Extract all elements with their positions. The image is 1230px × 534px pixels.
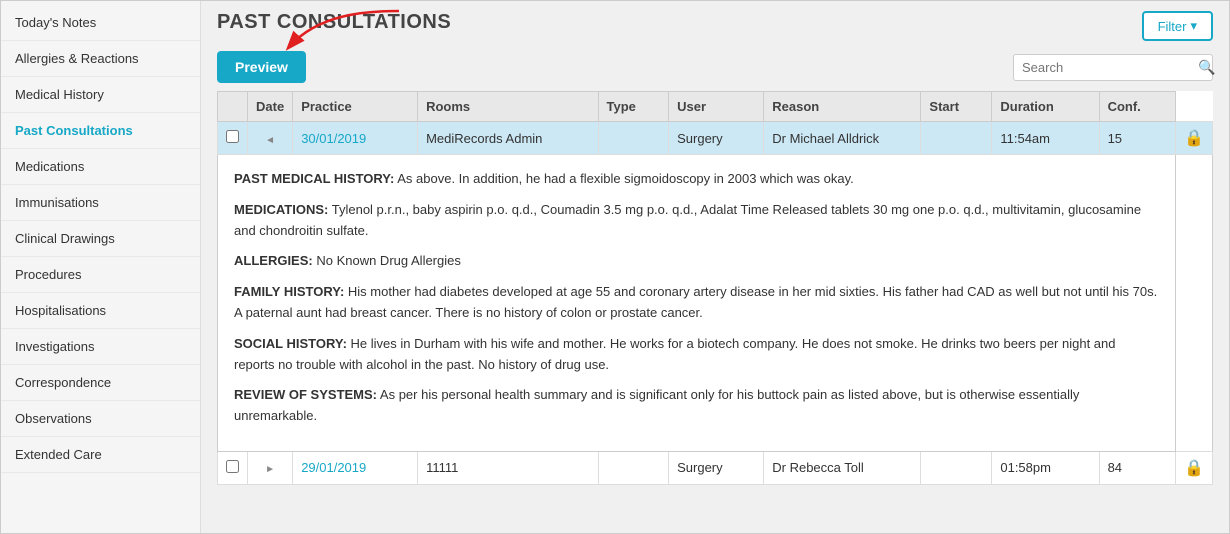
lock-icon: 🔒 xyxy=(1184,460,1204,477)
sidebar-item-today's-notes[interactable]: Today's Notes xyxy=(1,5,200,41)
detail-section-label: REVIEW OF SYSTEMS: xyxy=(234,387,377,402)
table-row[interactable]: ►29/01/201911111 SurgeryDr Rebecca Toll 01… xyxy=(218,451,1213,484)
detail-section-label: PAST MEDICAL HISTORY: xyxy=(234,171,394,186)
row-date[interactable]: 30/01/2019 xyxy=(293,122,418,155)
col-header-Conf.: Conf. xyxy=(1099,92,1175,122)
search-input[interactable] xyxy=(1022,60,1198,75)
row-rooms xyxy=(598,451,669,484)
col-header-User: User xyxy=(669,92,764,122)
row-practice: MediRecords Admin xyxy=(418,122,598,155)
row-conf: 🔒 xyxy=(1176,122,1213,155)
detail-section-label: ALLERGIES: xyxy=(234,253,313,268)
row-type: Surgery xyxy=(669,122,764,155)
sidebar-item-extended-care[interactable]: Extended Care xyxy=(1,437,200,473)
sidebar-item-medications[interactable]: Medications xyxy=(1,149,200,185)
col-header-Start: Start xyxy=(921,92,992,122)
row-reason xyxy=(921,451,992,484)
detail-section: MEDICATIONS: Tylenol p.r.n., baby aspiri… xyxy=(234,200,1159,242)
chevron-down-icon: ▾ xyxy=(1190,18,1197,34)
row-checkbox[interactable] xyxy=(218,451,248,484)
row-user: Dr Rebecca Toll xyxy=(764,451,921,484)
row-rooms xyxy=(598,122,669,155)
detail-panel: PAST MEDICAL HISTORY: As above. In addit… xyxy=(218,155,1176,452)
col-header-checkbox-0 xyxy=(218,92,248,122)
row-checkbox[interactable] xyxy=(218,122,248,155)
detail-section: REVIEW OF SYSTEMS: As per his personal h… xyxy=(234,385,1159,427)
col-header-Reason: Reason xyxy=(764,92,921,122)
row-reason xyxy=(921,122,992,155)
detail-section-label: MEDICATIONS: xyxy=(234,202,328,217)
row-conf: 🔒 xyxy=(1176,451,1213,484)
sidebar-item-investigations[interactable]: Investigations xyxy=(1,329,200,365)
row-practice: 11111 xyxy=(418,451,598,484)
table-header: DatePracticeRoomsTypeUserReasonStartDura… xyxy=(218,92,1213,122)
detail-section: ALLERGIES: No Known Drug Allergies xyxy=(234,251,1159,272)
preview-button[interactable]: Preview xyxy=(217,51,306,83)
sidebar-item-procedures[interactable]: Procedures xyxy=(1,257,200,293)
table-body: ◄30/01/2019MediRecords AdminSurgeryDr Mi… xyxy=(218,122,1213,485)
col-header-Type: Type xyxy=(598,92,669,122)
filter-button[interactable]: Filter ▾ xyxy=(1142,11,1213,41)
row-start: 11:54am xyxy=(992,122,1099,155)
sidebar-item-correspondence[interactable]: Correspondence xyxy=(1,365,200,401)
col-header-Duration: Duration xyxy=(992,92,1099,122)
sidebar-item-medical-history[interactable]: Medical History xyxy=(1,77,200,113)
toolbar-row: Preview 🔍 xyxy=(201,47,1229,91)
table-row[interactable]: ◄30/01/2019MediRecords Admin SurgeryDr Mi… xyxy=(218,122,1213,155)
expand-icon[interactable]: ► xyxy=(248,451,293,484)
sidebar-item-hospitalisations[interactable]: Hospitalisations xyxy=(1,293,200,329)
detail-section: SOCIAL HISTORY: He lives in Durham with … xyxy=(234,334,1159,376)
detail-section-label: FAMILY HISTORY: xyxy=(234,284,344,299)
filter-label: Filter xyxy=(1158,19,1187,34)
col-header-Date: Date xyxy=(248,92,293,122)
page-title: PAST CONSULTATIONS xyxy=(217,11,451,34)
main-header: PAST CONSULTATIONS Filter ▾ xyxy=(201,1,1229,47)
lock-icon: 🔒 xyxy=(1184,130,1204,147)
detail-section-label: SOCIAL HISTORY: xyxy=(234,336,347,351)
detail-section: FAMILY HISTORY: His mother had diabetes … xyxy=(234,282,1159,324)
sidebar-item-immunisations[interactable]: Immunisations xyxy=(1,185,200,221)
search-icon: 🔍 xyxy=(1198,59,1215,76)
table-container: DatePracticeRoomsTypeUserReasonStartDura… xyxy=(201,91,1229,533)
sidebar-item-past-consultations[interactable]: Past Consultations xyxy=(1,113,200,149)
expand-icon[interactable]: ◄ xyxy=(248,122,293,155)
search-box: 🔍 xyxy=(1013,54,1213,81)
consultations-table: DatePracticeRoomsTypeUserReasonStartDura… xyxy=(217,91,1213,485)
col-header-Rooms: Rooms xyxy=(418,92,598,122)
row-start: 01:58pm xyxy=(992,451,1099,484)
sidebar: Today's NotesAllergies & ReactionsMedica… xyxy=(1,1,201,533)
col-header-Practice: Practice xyxy=(293,92,418,122)
sidebar-item-allergies---reactions[interactable]: Allergies & Reactions xyxy=(1,41,200,77)
detail-row: PAST MEDICAL HISTORY: As above. In addit… xyxy=(218,155,1213,452)
main-content: PAST CONSULTATIONS Filter ▾ Preview 🔍 xyxy=(201,1,1229,533)
row-date[interactable]: 29/01/2019 xyxy=(293,451,418,484)
row-type: Surgery xyxy=(669,451,764,484)
sidebar-item-clinical-drawings[interactable]: Clinical Drawings xyxy=(1,221,200,257)
row-user: Dr Michael Alldrick xyxy=(764,122,921,155)
row-duration: 15 xyxy=(1099,122,1175,155)
row-duration: 84 xyxy=(1099,451,1175,484)
detail-section: PAST MEDICAL HISTORY: As above. In addit… xyxy=(234,169,1159,190)
sidebar-item-observations[interactable]: Observations xyxy=(1,401,200,437)
